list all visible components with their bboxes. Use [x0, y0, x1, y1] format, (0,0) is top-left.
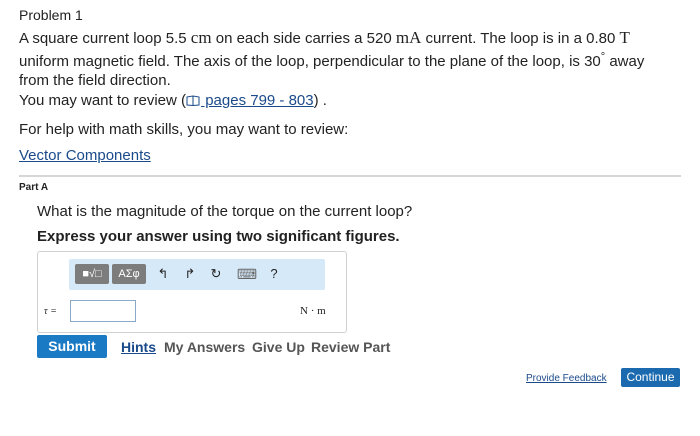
answer-box: ■√□ ΑΣφ ↰ ↱ ↻ ⌨ ? τ = N · m	[37, 251, 347, 333]
continue-button[interactable]: Continue	[621, 368, 680, 387]
keyboard-icon[interactable]: ⌨	[236, 266, 258, 282]
review-suffix: ) .	[313, 92, 327, 109]
question-text: What is the magnitude of the torque on t…	[37, 203, 413, 220]
math-toolbar: ■√□ ΑΣφ ↰ ↱ ↻ ⌨ ?	[69, 259, 325, 290]
review-prefix: You may want to review (	[19, 92, 187, 109]
divider	[19, 175, 681, 177]
unit-ma: mA	[395, 28, 422, 47]
unit-tesla: T	[619, 28, 630, 47]
my-answers-link[interactable]: My Answers	[164, 339, 245, 355]
pages-link-text: pages 799 - 803	[201, 92, 314, 109]
vector-components-link[interactable]: Vector Components	[19, 147, 151, 164]
unit-label: N · m	[300, 305, 326, 317]
greek-symbols-button[interactable]: ΑΣφ	[112, 264, 146, 284]
instruction-text: Express your answer using two significan…	[37, 228, 400, 245]
part-label: Part A	[19, 182, 49, 193]
hints-link[interactable]: Hints	[121, 339, 156, 355]
reset-icon[interactable]: ↻	[208, 266, 224, 282]
problem-text-part: uniform magnetic field. The axis of the …	[19, 53, 601, 70]
book-icon	[186, 95, 200, 106]
math-help-text: For help with math skills, you may want …	[19, 121, 349, 138]
give-up-link[interactable]: Give Up	[252, 339, 305, 355]
problem-statement: A square current loop 5.5 cm on each sid…	[19, 28, 669, 90]
undo-icon[interactable]: ↰	[155, 266, 171, 282]
problem-text-part: current. The loop is in a 0.80	[421, 30, 620, 47]
templates-button[interactable]: ■√□	[75, 264, 109, 284]
redo-icon[interactable]: ↱	[182, 266, 198, 282]
review-part-link[interactable]: Review Part	[311, 339, 390, 355]
pages-link[interactable]: pages 799 - 803	[186, 92, 314, 109]
problem-text-part: A square current loop 5.5	[19, 30, 191, 47]
submit-button[interactable]: Submit	[37, 335, 107, 358]
unit-cm: cm	[190, 28, 212, 47]
problem-title: Problem 1	[19, 7, 83, 23]
torque-answer-input[interactable]	[70, 300, 136, 322]
help-button[interactable]: ?	[266, 266, 282, 282]
problem-text-part: on each side carries a 520	[211, 30, 396, 47]
torque-variable-label: τ =	[44, 306, 57, 317]
provide-feedback-link[interactable]: Provide Feedback	[526, 373, 607, 384]
review-line: You may want to review ( pages 799 - 803…	[19, 92, 327, 109]
